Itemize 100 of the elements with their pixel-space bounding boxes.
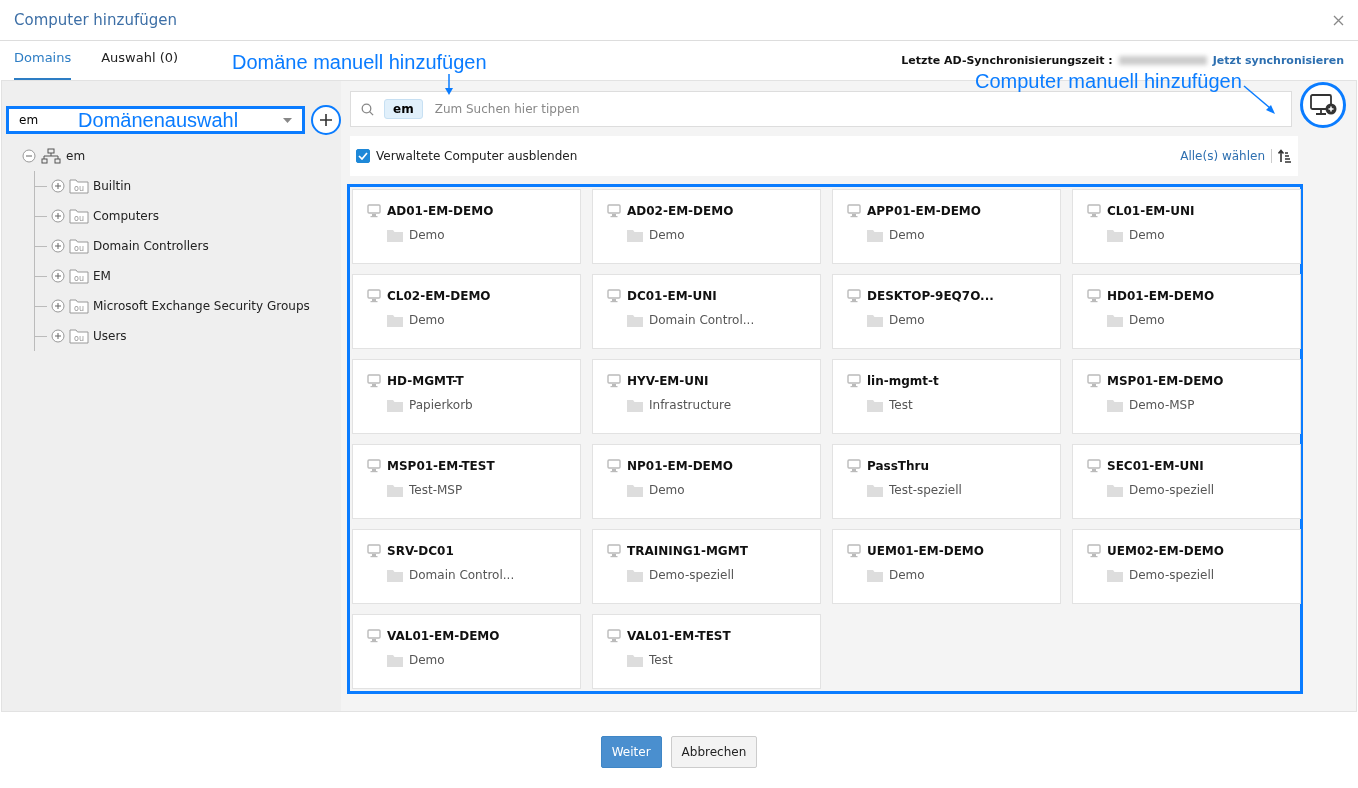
tree-label[interactable]: EM (93, 269, 111, 283)
computer-card[interactable]: VAL01-EM-DEMO Demo (352, 614, 581, 689)
computer-card[interactable]: MSP01-EM-TEST Test-MSP (352, 444, 581, 519)
computer-card[interactable]: TRAINING1-MGMT Demo-speziell (592, 529, 821, 604)
ou-folder-icon: ou (69, 208, 89, 224)
ou-name: Domain Control... (649, 313, 755, 327)
monitor-icon (367, 374, 381, 388)
monitor-icon (1087, 204, 1101, 218)
computer-card[interactable]: HD-MGMT-T Papierkorb (352, 359, 581, 434)
computer-name: UEM02-EM-DEMO (1107, 544, 1224, 558)
computer-name: VAL01-EM-TEST (627, 629, 731, 643)
monitor-icon (607, 459, 621, 473)
computer-card[interactable]: PassThru Test-speziell (832, 444, 1061, 519)
computer-name: NP01-EM-DEMO (627, 459, 733, 473)
add-domain-button[interactable] (311, 105, 341, 135)
ou-name: Demo (889, 228, 925, 242)
computer-card[interactable]: AD02-EM-DEMO Demo (592, 189, 821, 264)
monitor-icon (607, 289, 621, 303)
tree-label[interactable]: Computers (93, 209, 159, 223)
cancel-button[interactable]: Abbrechen (670, 736, 758, 768)
annotation-arrow (1241, 84, 1278, 116)
search-icon (361, 102, 374, 116)
ou-name: Test-MSP (409, 483, 463, 497)
folder-icon (1107, 398, 1123, 412)
monitor-icon (1087, 459, 1101, 473)
folder-icon (627, 653, 643, 667)
monitor-icon (367, 459, 381, 473)
ou-folder-icon: ou (69, 238, 89, 254)
search-field[interactable]: em Zum Suchen hier tippen (350, 91, 1292, 127)
folder-icon (867, 483, 883, 497)
tree-label[interactable]: Domain Controllers (93, 239, 209, 253)
computer-card[interactable]: DC01-EM-UNI Domain Control... (592, 274, 821, 349)
tab[interactable]: Auswahl (0) (101, 41, 179, 80)
expand-toggle-icon[interactable] (51, 299, 65, 313)
ou-name: Infrastructure (649, 398, 732, 412)
expand-toggle-icon[interactable] (51, 269, 65, 283)
folder-icon (867, 228, 883, 242)
expand-toggle-icon[interactable] (51, 209, 65, 223)
tree-label[interactable]: em (66, 149, 86, 163)
computer-card[interactable]: AD01-EM-DEMO Demo (352, 189, 581, 264)
folder-icon (1107, 313, 1123, 327)
annotation-text: Domäne manuell hinzufügen (232, 51, 487, 74)
ou-name: Demo-MSP (1129, 398, 1195, 412)
folder-icon (387, 398, 403, 412)
computer-card[interactable]: HD01-EM-DEMO Demo (1072, 274, 1301, 349)
ou-name: Demo (649, 483, 685, 497)
ou-name: Test-speziell (889, 483, 962, 497)
sort-icon[interactable] (1278, 149, 1292, 163)
network-icon (41, 148, 61, 164)
expand-toggle-icon[interactable] (51, 329, 65, 343)
monitor-icon (1087, 544, 1101, 558)
computer-card[interactable]: VAL01-EM-TEST Test (592, 614, 821, 689)
domain-select[interactable]: em Domänenauswahl (6, 106, 306, 134)
computer-card[interactable]: DESKTOP-9EQ7O... Demo (832, 274, 1061, 349)
folder-icon (387, 568, 403, 582)
checkbox-label: Verwaltete Computer ausblenden (376, 149, 578, 163)
select-value: em (19, 113, 39, 127)
ou-name: Demo-speziell (649, 568, 735, 582)
computer-name: lin-mgmt-t (867, 374, 939, 388)
expand-toggle-icon[interactable] (51, 179, 65, 193)
folder-icon (627, 483, 643, 497)
tree-label[interactable]: Builtin (93, 179, 132, 193)
domain-chip: em (384, 99, 423, 119)
computer-card[interactable]: UEM02-EM-DEMO Demo-speziell (1072, 529, 1301, 604)
computer-card[interactable]: APP01-EM-DEMO Demo (832, 189, 1061, 264)
computer-name: SRV-DC01 (387, 544, 454, 558)
computer-card[interactable]: SRV-DC01 Domain Control... (352, 529, 581, 604)
sync-link[interactable]: Jetzt synchronisieren (1212, 54, 1344, 67)
computer-card[interactable]: NP01-EM-DEMO Demo (592, 444, 821, 519)
folder-icon (867, 398, 883, 412)
ou-folder-icon: ou (69, 268, 89, 284)
ou-name: Demo-speziell (1129, 483, 1215, 497)
folder-icon (387, 228, 403, 242)
computer-card[interactable]: CL01-EM-UNI Demo (1072, 189, 1301, 264)
add-computer-button[interactable] (1300, 82, 1346, 128)
ou-name: Demo (889, 313, 925, 327)
ou-folder-icon: ou (69, 328, 89, 344)
tree-label[interactable]: Users (93, 329, 127, 343)
monitor-icon (847, 204, 861, 218)
computer-card[interactable]: HYV-EM-UNI Infrastructure (592, 359, 821, 434)
folder-icon (867, 568, 883, 582)
select-all-link[interactable]: Alle(s) wählen (1180, 149, 1272, 163)
monitor-icon (847, 289, 861, 303)
computer-card[interactable]: SEC01-EM-UNI Demo-speziell (1072, 444, 1301, 519)
computer-card[interactable]: UEM01-EM-DEMO Demo (832, 529, 1061, 604)
expand-toggle-icon[interactable] (51, 239, 65, 253)
tree-label[interactable]: Microsoft Exchange Security Groups (93, 299, 310, 313)
ou-folder-icon: ou (69, 298, 89, 314)
computer-name: MSP01-EM-TEST (387, 459, 495, 473)
close-button[interactable] (1333, 14, 1344, 26)
ou-name: Demo (1129, 313, 1165, 327)
computer-card[interactable]: CL02-EM-DEMO Demo (352, 274, 581, 349)
computer-card[interactable]: MSP01-EM-DEMO Demo-MSP (1072, 359, 1301, 434)
monitor-icon (1087, 289, 1101, 303)
folder-icon (387, 483, 403, 497)
collapse-toggle-icon[interactable] (22, 149, 36, 163)
checkbox[interactable] (356, 149, 370, 163)
computer-name: AD02-EM-DEMO (627, 204, 734, 218)
computer-card[interactable]: lin-mgmt-t Test (832, 359, 1061, 434)
ou-name: Demo-speziell (1129, 568, 1215, 582)
